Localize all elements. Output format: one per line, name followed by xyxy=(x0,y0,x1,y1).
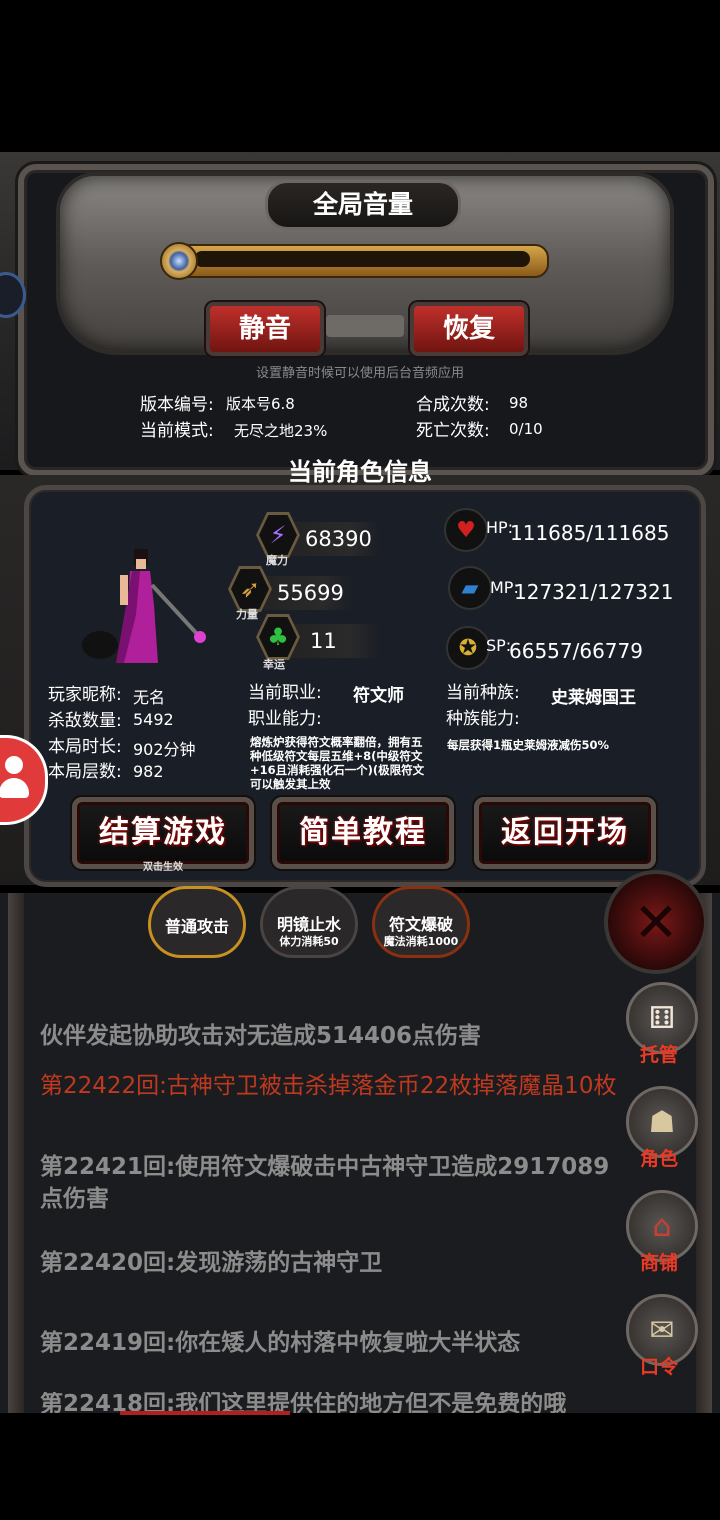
nickname-value: 无名 xyxy=(133,688,166,707)
log-progress-bar xyxy=(120,1411,290,1415)
death-count-label: 死亡次数: xyxy=(416,421,490,441)
skill-mirror-water[interactable]: 明镜止水 体力消耗50 xyxy=(260,886,358,958)
death-count-value: 0/10 xyxy=(509,420,543,438)
log-text: 第22421回:使用符文爆破击中古神守卫造成2917089点伤害 xyxy=(40,1154,610,1212)
log-entry: 第22419回:你在矮人的村落中恢复啦大半状态 xyxy=(40,1327,620,1359)
code-label[interactable]: 口令 xyxy=(626,1352,692,1379)
skill-cost: 魔法消耗1000 xyxy=(383,935,459,948)
log-text: 伙伴发起协助攻击对无造成514406点伤害 xyxy=(40,1023,482,1049)
log-text: 第22420回:发现游荡的古神守卫 xyxy=(40,1250,383,1276)
race-ability-label: 种族能力: xyxy=(446,709,520,729)
volume-slider-fill xyxy=(194,251,530,267)
hp-value: 111685/111685 xyxy=(510,521,670,545)
mp-value: 127321/127321 xyxy=(514,580,674,604)
floors-value: 982 xyxy=(133,762,164,781)
volume-title: 全局音量 xyxy=(265,180,461,230)
log-entry: 伙伴发起协助攻击对无造成514406点伤害 xyxy=(40,1020,620,1052)
job-ability-label: 职业能力: xyxy=(248,709,322,729)
sp-value: 66557/66779 xyxy=(509,639,643,663)
log-entry: 第22422回:古神守卫被击杀掉落金币22枚掉落魔晶10枚 xyxy=(40,1070,620,1102)
log-border-right xyxy=(696,893,712,1413)
job-label: 当前职业: xyxy=(248,683,322,703)
log-text: 第22422回:古神守卫被击杀掉落金币22枚掉落魔晶10枚 xyxy=(40,1073,617,1099)
character-sprite-icon xyxy=(82,549,206,663)
log-border-left xyxy=(8,893,24,1413)
magic-label: 魔力 xyxy=(266,554,288,567)
ornament-divider xyxy=(326,315,404,337)
mode-label: 当前模式: xyxy=(140,421,214,441)
mute-button[interactable]: 静音 xyxy=(206,302,324,356)
sp-label: SP: xyxy=(486,636,512,655)
race-ability-desc: 每层获得1瓶史莱姆液减伤50% xyxy=(447,738,610,752)
magic-value: 68390 xyxy=(305,527,372,551)
nickname-label: 玩家昵称: xyxy=(48,685,122,705)
version-value: 版本号6.8 xyxy=(226,395,295,413)
skill-rune-blast[interactable]: 符文爆破 魔法消耗1000 xyxy=(372,886,470,958)
power-value: 55699 xyxy=(277,581,344,605)
character-section-title: 当前角色信息 xyxy=(288,458,432,486)
log-entry: 第22421回:使用符文爆破击中古神守卫造成2917089点伤害 xyxy=(40,1151,620,1215)
close-icon[interactable]: ✕ xyxy=(604,870,708,974)
settings-panel: 全局音量 静音 恢复 设置静音时候可以使用后台音频应用 版本编号: 版本号6.8… xyxy=(0,152,720,476)
restore-button[interactable]: 恢复 xyxy=(410,302,528,356)
mana-car-icon: ▰ xyxy=(448,566,492,610)
volume-slider-handle[interactable] xyxy=(160,242,198,280)
kills-value: 5492 xyxy=(133,710,174,729)
race-value: 史莱姆国王 xyxy=(551,688,636,708)
mode-value: 无尽之地23% xyxy=(234,422,328,440)
skill-normal-attack[interactable]: 普通攻击 xyxy=(148,886,246,958)
power-label: 力量 xyxy=(236,608,258,621)
auto-label[interactable]: 托管 xyxy=(626,1040,692,1067)
duration-value: 902分钟 xyxy=(133,740,196,759)
job-ability-desc: 熔炼炉获得符文概率翻倍，拥有五种低级符文每层五维+8(中级符文+16且消耗强化石… xyxy=(250,735,425,791)
heart-icon: ♥ xyxy=(444,508,488,552)
log-text: 第22419回:你在矮人的村落中恢复啦大半状态 xyxy=(40,1330,521,1356)
synth-count-value: 98 xyxy=(509,394,529,412)
log-text: 第22418回:我们这里提供住的地方但不是免费的哦 xyxy=(40,1392,567,1413)
version-label: 版本编号: xyxy=(140,395,214,415)
stamina-icon: ✪ xyxy=(446,626,490,670)
race-label: 当前种族: xyxy=(446,683,520,703)
tutorial-button[interactable]: 简单教程 xyxy=(272,797,454,869)
kills-label: 杀敌数量: xyxy=(48,711,122,731)
luck-value: 11 xyxy=(310,629,337,653)
skill-cost: 体力消耗50 xyxy=(279,935,339,948)
log-entry: 第22420回:发现游荡的古神守卫 xyxy=(40,1247,620,1279)
return-start-button[interactable]: 返回开场 xyxy=(474,797,656,869)
duration-label: 本局时长: xyxy=(48,737,122,757)
mute-hint: 设置静音时候可以使用后台音频应用 xyxy=(255,366,464,381)
job-value: 符文师 xyxy=(353,686,404,706)
luck-label: 幸运 xyxy=(263,658,285,671)
role-label[interactable]: 角色 xyxy=(626,1144,692,1171)
log-entry-clipped: 第22418回:我们这里提供住的地方但不是免费的哦 xyxy=(40,1392,620,1413)
skill-name: 普通攻击 xyxy=(164,917,229,936)
skill-name: 明镜止水 xyxy=(276,915,341,934)
floors-label: 本局层数: xyxy=(48,762,122,782)
shop-label[interactable]: 商铺 xyxy=(626,1248,692,1275)
skill-name: 符文爆破 xyxy=(388,915,453,934)
settle-hint: 双击生效 xyxy=(143,862,183,873)
synth-count-label: 合成次数: xyxy=(416,395,490,415)
